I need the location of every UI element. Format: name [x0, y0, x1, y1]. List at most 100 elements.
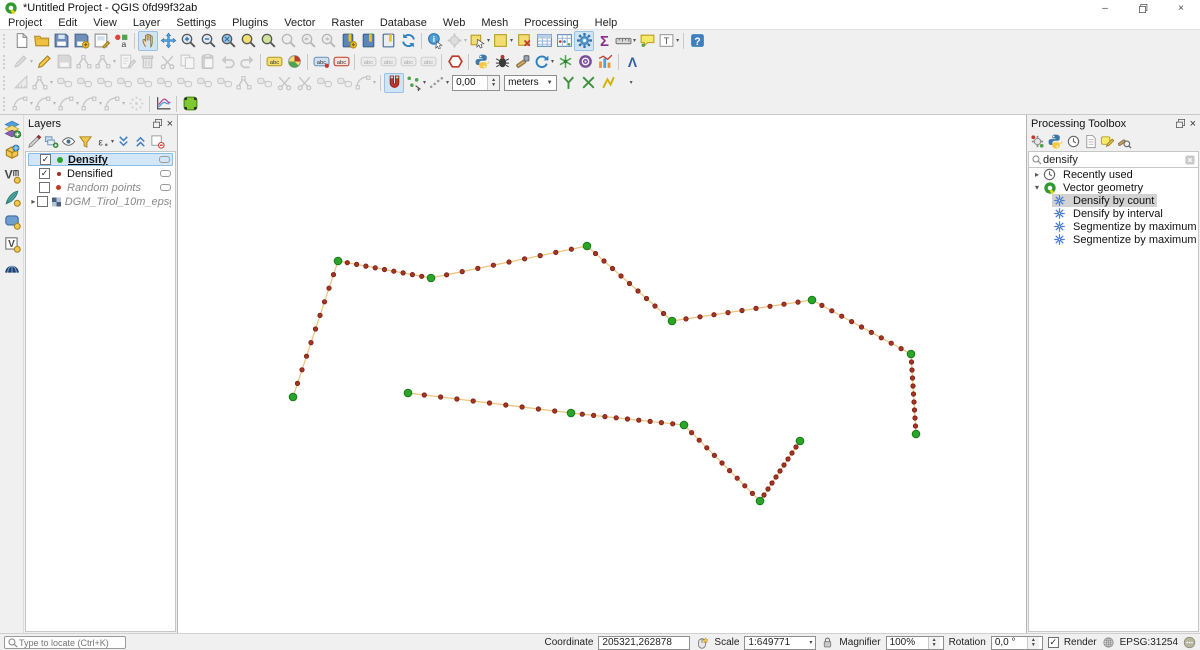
show-bookmarks[interactable]	[358, 31, 378, 51]
float-panel-icon[interactable]	[152, 118, 163, 129]
data-source-manager[interactable]	[2, 119, 22, 139]
open-project[interactable]	[31, 31, 51, 51]
models[interactable]	[1029, 133, 1046, 150]
help[interactable]: ?	[687, 31, 707, 51]
identify-features[interactable]: i	[425, 31, 445, 51]
clear-search-icon[interactable]	[1184, 154, 1196, 166]
scale-combobox[interactable]: 1:649771▾	[744, 636, 816, 650]
zoom-in[interactable]	[178, 31, 198, 51]
add-vector-layer[interactable]: V	[2, 165, 22, 185]
measure[interactable]: ▾	[614, 31, 637, 51]
plugin-builder[interactable]	[512, 52, 532, 72]
processing-search-input[interactable]	[1043, 154, 1184, 166]
layer-indicator-badge[interactable]	[160, 170, 171, 177]
options[interactable]	[1116, 133, 1133, 150]
highlight-pinned-labels[interactable]: abc	[311, 52, 331, 72]
snapping-on-intersection[interactable]	[579, 73, 599, 93]
layer-item-random-points[interactable]: Random points	[28, 181, 173, 194]
menu-database[interactable]: Database	[372, 17, 435, 29]
zoom-full[interactable]	[218, 31, 238, 51]
layer-expander-icon[interactable]: ▸	[30, 197, 37, 206]
open-layer-styling[interactable]	[26, 133, 43, 150]
toolbox-item-segmentize-by-maximum-angle[interactable]: Segmentize by maximum angle	[1029, 220, 1198, 233]
processing-search[interactable]	[1028, 151, 1199, 168]
toolbar-grip[interactable]	[3, 55, 8, 69]
lambda-plugin[interactable]: Λ	[622, 52, 642, 72]
float-panel-icon[interactable]	[1175, 118, 1186, 129]
locator-input[interactable]	[19, 638, 123, 648]
add-wms-layer[interactable]	[2, 257, 22, 277]
save-project-as[interactable]	[71, 31, 91, 51]
new-project[interactable]	[11, 31, 31, 51]
toolbox-item-vector-geometry[interactable]: ▾Vector geometry	[1029, 181, 1198, 194]
layer-labeling-options[interactable]: abc	[264, 52, 284, 72]
toolbox-item-recently-used[interactable]: ▸Recently used	[1029, 168, 1198, 181]
save-project[interactable]	[51, 31, 71, 51]
layer-visibility-checkbox[interactable]	[39, 182, 50, 193]
snapping-mode[interactable]: ▾	[404, 73, 427, 93]
tracing[interactable]: ▾	[427, 73, 450, 93]
layer-indicator-badge[interactable]	[160, 184, 171, 191]
close-button[interactable]: ×	[1162, 0, 1200, 16]
map-canvas[interactable]	[178, 115, 1026, 633]
profile-tool[interactable]	[153, 94, 173, 114]
layer-visibility-checkbox[interactable]	[37, 196, 48, 207]
menu-web[interactable]: Web	[435, 17, 473, 29]
remove-layer[interactable]	[149, 133, 166, 150]
menu-view[interactable]: View	[85, 17, 125, 29]
field-calculator[interactable]	[554, 31, 574, 51]
show-hide-labels[interactable]: abc	[331, 52, 351, 72]
menu-settings[interactable]: Settings	[168, 17, 224, 29]
map-tips[interactable]	[637, 31, 657, 51]
processing-toolbox-toggle[interactable]	[574, 31, 594, 51]
edit-features-in-place[interactable]	[1099, 133, 1116, 150]
manage-map-themes[interactable]	[60, 133, 77, 150]
results-viewer[interactable]	[1082, 133, 1099, 150]
layer-item-dgm-tirol-10m-epsg31254[interactable]: ▸DGM_Tirol_10m_epsg31254	[28, 195, 173, 208]
toggle-editing[interactable]	[34, 52, 54, 72]
layer-diagram-options[interactable]	[284, 52, 304, 72]
menu-plugins[interactable]: Plugins	[224, 17, 276, 29]
filter-by-expression[interactable]: ε▾	[94, 133, 115, 150]
data-plotly-plugin[interactable]	[595, 52, 615, 72]
plugin-reloader[interactable]: ▾	[532, 52, 555, 72]
menu-mesh[interactable]: Mesh	[473, 17, 516, 29]
text-annotation[interactable]: T▾	[657, 31, 680, 51]
toolbox-item-densify-by-interval[interactable]: Densify by interval	[1029, 207, 1198, 220]
toolbar-grip[interactable]	[3, 97, 8, 111]
open-attribute-table[interactable]	[534, 31, 554, 51]
osgeo-plugin[interactable]	[575, 52, 595, 72]
magnifier-spinbox[interactable]: 100%▲▼	[886, 636, 944, 650]
add-postgis-layer[interactable]	[2, 211, 22, 231]
close-panel-icon[interactable]: ×	[167, 118, 173, 130]
snapping-extra-options[interactable]: ▾	[619, 73, 639, 93]
layer-visibility-checkbox[interactable]: ✓	[40, 154, 51, 165]
layer-visibility-checkbox[interactable]: ✓	[39, 168, 50, 179]
select-by-form[interactable]: ▾	[491, 31, 514, 51]
toolbar-grip[interactable]	[3, 34, 8, 48]
snapping-tolerance[interactable]: 0,00▲▼	[452, 75, 500, 91]
messages-icon[interactable]	[1183, 636, 1196, 649]
history[interactable]	[1065, 133, 1082, 150]
toolbox-item-segmentize-by-maximum-distance[interactable]: Segmentize by maximum distance	[1029, 233, 1198, 246]
snapping-toggle[interactable]	[384, 73, 404, 93]
green-layer-tool[interactable]	[180, 94, 200, 114]
expand-all[interactable]	[115, 133, 132, 150]
red-hexagon-plugin[interactable]	[445, 52, 465, 72]
menu-help[interactable]: Help	[587, 17, 626, 29]
menu-processing[interactable]: Processing	[516, 17, 586, 29]
tree-expander-icon[interactable]: ▾	[1032, 183, 1042, 192]
minimize-button[interactable]: –	[1086, 0, 1124, 16]
select-features[interactable]: ▾	[468, 31, 491, 51]
add-spatialite-layer[interactable]	[2, 142, 22, 162]
crs-globe-icon[interactable]	[1102, 636, 1115, 649]
coordinate-input[interactable]: 205321,262878	[598, 636, 690, 650]
menu-project[interactable]: Project	[0, 17, 50, 29]
layer-item-densified[interactable]: ✓Densified	[28, 167, 173, 180]
first-aid-plugin[interactable]	[492, 52, 512, 72]
zoom-out[interactable]	[198, 31, 218, 51]
rotation-spinbox[interactable]: 0,0 °▲▼	[991, 636, 1043, 650]
snowflake-plugin[interactable]	[555, 52, 575, 72]
collapse-all[interactable]	[132, 133, 149, 150]
pan-map[interactable]	[138, 31, 158, 51]
